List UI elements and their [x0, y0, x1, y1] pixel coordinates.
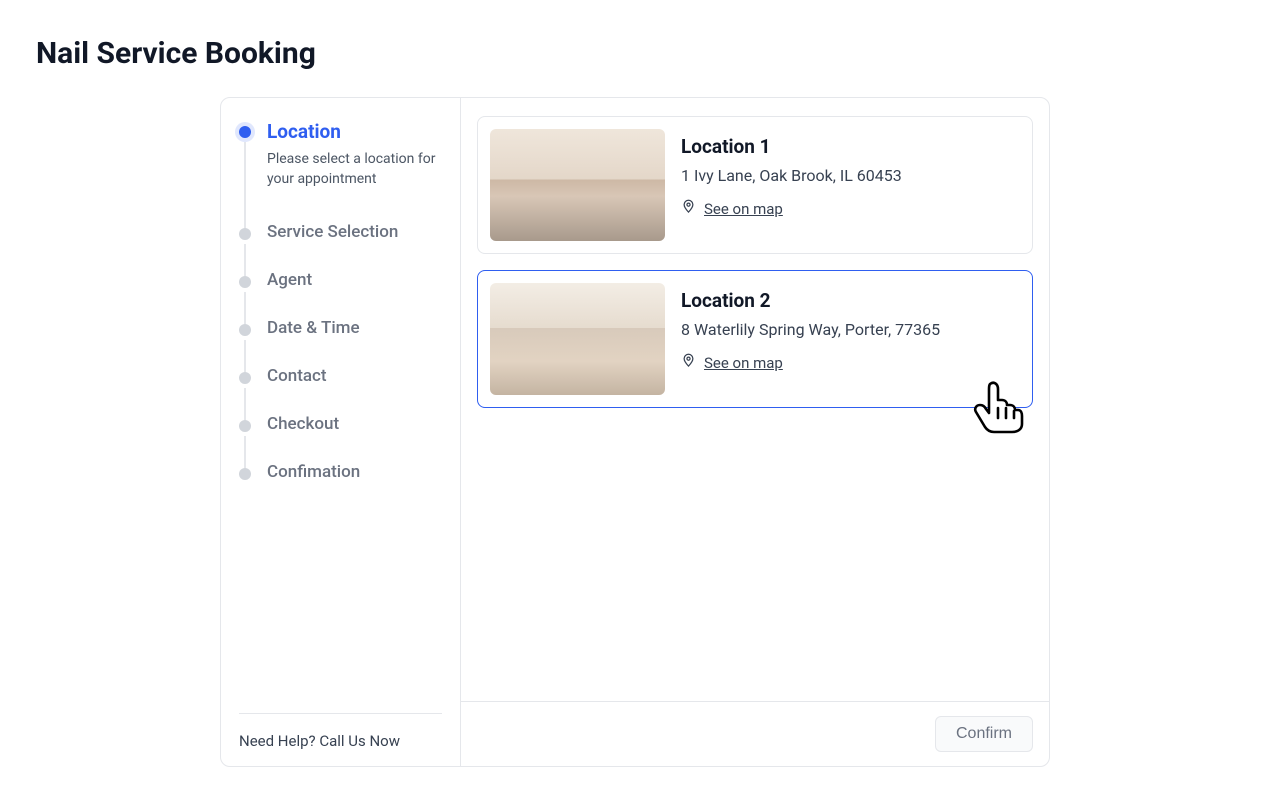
location-list: Location 1 1 Ivy Lane, Oak Brook, IL 604…	[461, 98, 1049, 701]
map-pin-icon	[681, 199, 696, 218]
step-label: Location	[267, 120, 442, 143]
step-label: Date & Time	[267, 318, 442, 338]
help-callout[interactable]: Need Help? Call Us Now	[239, 713, 442, 750]
step-contact[interactable]: Contact	[239, 366, 442, 414]
step-description: Please select a location for your appoin…	[267, 149, 442, 190]
step-service-selection[interactable]: Service Selection	[239, 222, 442, 270]
step-dot-icon	[239, 228, 251, 240]
location-address: 8 Waterlily Spring Way, Porter, 77365	[681, 320, 940, 339]
location-name: Location 2	[681, 289, 940, 312]
step-dot-icon	[239, 420, 251, 432]
steps-list: Location Please select a location for yo…	[239, 120, 442, 705]
page-title: Nail Service Booking	[36, 36, 1227, 71]
booking-card: Location Please select a location for yo…	[220, 97, 1050, 767]
map-link-label: See on map	[704, 200, 783, 218]
location-image	[490, 129, 665, 241]
see-on-map-link[interactable]: See on map	[681, 353, 783, 372]
main-footer: Confirm	[461, 701, 1049, 766]
see-on-map-link[interactable]: See on map	[681, 199, 783, 218]
step-location[interactable]: Location Please select a location for yo…	[239, 120, 442, 222]
step-confirmation[interactable]: Confimation	[239, 462, 442, 510]
step-label: Agent	[267, 270, 442, 290]
location-info: Location 2 8 Waterlily Spring Way, Porte…	[681, 283, 940, 395]
step-label: Service Selection	[267, 222, 442, 242]
step-dot-icon	[239, 324, 251, 336]
step-label: Confimation	[267, 462, 442, 482]
location-image	[490, 283, 665, 395]
location-card-1[interactable]: Location 1 1 Ivy Lane, Oak Brook, IL 604…	[477, 116, 1033, 254]
step-date-time[interactable]: Date & Time	[239, 318, 442, 366]
location-address: 1 Ivy Lane, Oak Brook, IL 60453	[681, 166, 902, 185]
location-card-2[interactable]: Location 2 8 Waterlily Spring Way, Porte…	[477, 270, 1033, 408]
step-label: Contact	[267, 366, 442, 386]
location-info: Location 1 1 Ivy Lane, Oak Brook, IL 604…	[681, 129, 902, 241]
step-dot-icon	[239, 372, 251, 384]
main-panel: Location 1 1 Ivy Lane, Oak Brook, IL 604…	[461, 98, 1049, 766]
step-dot-icon	[239, 468, 251, 480]
step-agent[interactable]: Agent	[239, 270, 442, 318]
location-name: Location 1	[681, 135, 902, 158]
step-connector	[244, 142, 246, 228]
step-checkout[interactable]: Checkout	[239, 414, 442, 462]
confirm-button[interactable]: Confirm	[935, 716, 1033, 752]
map-pin-icon	[681, 353, 696, 372]
step-dot-icon	[239, 276, 251, 288]
sidebar: Location Please select a location for yo…	[221, 98, 461, 766]
map-link-label: See on map	[704, 354, 783, 372]
step-label: Checkout	[267, 414, 442, 434]
step-dot-active-icon	[239, 126, 251, 138]
